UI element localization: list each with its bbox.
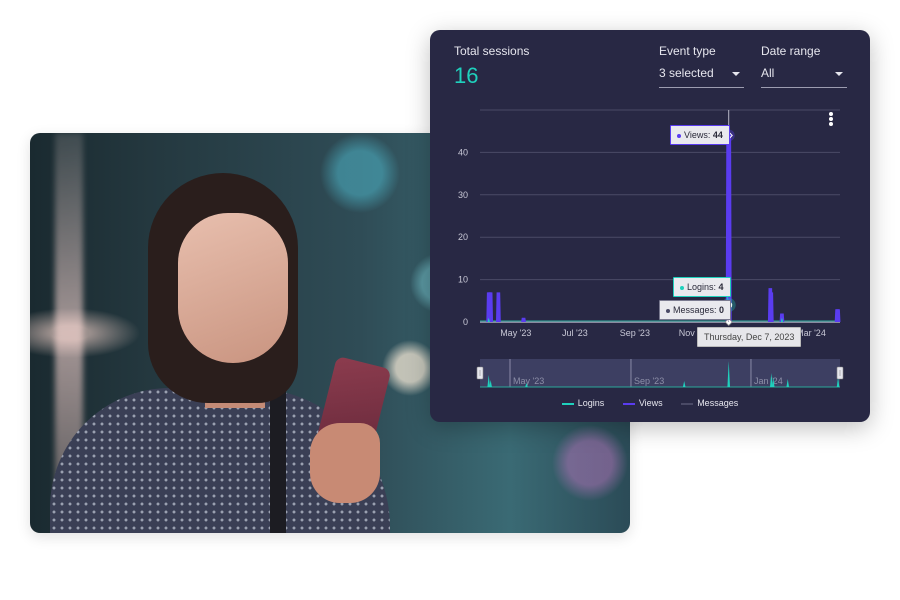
photo-hand: [310, 423, 380, 503]
y-tick-label: 10: [458, 275, 468, 285]
y-tick-label: 0: [463, 317, 468, 327]
messages-dot-icon: [666, 308, 670, 313]
views-bar: [835, 309, 841, 322]
legend-item-views[interactable]: Views: [622, 398, 663, 408]
navigator-label: May '23: [513, 376, 544, 386]
tooltip-views: Views: 44: [670, 125, 730, 145]
sessions-chart[interactable]: 010203040May '23Jul '23Sep '23Nov '23Jan…: [430, 30, 870, 422]
x-tick-label: May '23: [500, 328, 531, 338]
tooltip-logins-value: 4: [718, 282, 724, 292]
legend-swatch-icon: [622, 402, 635, 405]
photo-bag-strap: [270, 388, 286, 533]
views-bar: [521, 317, 526, 322]
x-tick-label: Sep '23: [620, 328, 650, 338]
logins-dot-icon: [680, 285, 684, 290]
legend-label: Messages: [697, 398, 739, 408]
tooltip-messages-value: 0: [719, 305, 725, 315]
y-tick-label: 30: [458, 190, 468, 200]
tooltip-views-series: Views: [684, 130, 708, 140]
tooltip-logins-series: Logins: [687, 282, 714, 292]
tooltip-views-value: 44: [712, 130, 723, 140]
legend-label: Logins: [577, 398, 605, 408]
navigator-label: Jan '24: [754, 376, 783, 386]
tooltip-logins: Logins: 4: [673, 277, 731, 297]
views-bar: [495, 292, 501, 322]
tooltip-messages: Messages: 0: [659, 300, 732, 320]
legend-swatch-icon: [561, 402, 574, 405]
tooltip-messages-series: Messages: [673, 305, 715, 315]
y-tick-label: 40: [458, 147, 468, 157]
navigator-label: Sep '23: [634, 376, 664, 386]
y-tick-label: 20: [458, 232, 468, 242]
chart-legend: Logins Views Messages: [430, 398, 870, 408]
tooltip-date: Thursday, Dec 7, 2023: [697, 327, 802, 347]
views-bar: [768, 292, 774, 322]
x-tick-label: Jul '23: [562, 328, 588, 338]
legend-swatch-icon: [681, 402, 694, 405]
photo-person-face: [178, 213, 288, 363]
legend-item-messages[interactable]: Messages: [681, 398, 738, 408]
views-bar: [488, 292, 494, 322]
legend-label: Views: [638, 398, 663, 408]
views-dot-icon: [677, 133, 681, 138]
legend-item-logins[interactable]: Logins: [561, 398, 605, 408]
analytics-card: Total sessions 16 Event type 3 selected …: [430, 30, 870, 422]
